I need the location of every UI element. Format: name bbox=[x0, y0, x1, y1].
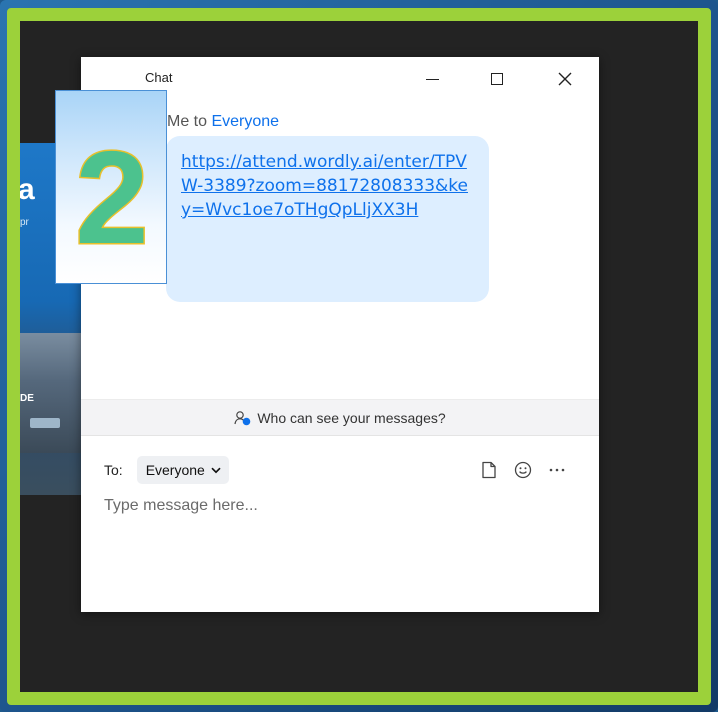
to-label: To: bbox=[104, 462, 123, 478]
emoji-icon bbox=[514, 461, 532, 479]
message-input[interactable] bbox=[104, 497, 574, 587]
message-sender-line: Me to Everyone bbox=[167, 113, 279, 131]
step-number-graphic: 2 bbox=[74, 123, 150, 273]
train-window-shape bbox=[30, 418, 60, 428]
recipient-row: To: Everyone bbox=[104, 454, 229, 486]
composer-toolbar bbox=[478, 459, 580, 481]
minimize-icon bbox=[425, 78, 439, 80]
emoji-button[interactable] bbox=[512, 459, 534, 481]
more-options-button[interactable] bbox=[546, 459, 568, 481]
chat-title: Chat bbox=[145, 70, 173, 85]
who-can-see-messages-button[interactable]: Who can see your messages? bbox=[81, 399, 599, 436]
message-bubble: https://attend.wordly.ai/enter/TPVW-3389… bbox=[166, 136, 489, 302]
recipient-dropdown[interactable]: Everyone bbox=[136, 456, 229, 484]
minimize-button[interactable] bbox=[420, 67, 444, 91]
close-button[interactable] bbox=[553, 67, 577, 91]
screen-area: a pr DE Chat M bbox=[7, 8, 711, 705]
maximize-icon bbox=[491, 73, 503, 85]
sender-label: Me to bbox=[167, 113, 208, 130]
people-visibility-icon bbox=[234, 410, 252, 426]
train-label: DE bbox=[20, 393, 34, 404]
step-number: 2 bbox=[75, 124, 148, 271]
maximize-button[interactable] bbox=[485, 67, 509, 91]
chevron-down-icon bbox=[211, 467, 221, 474]
message-recipient[interactable]: Everyone bbox=[211, 113, 279, 130]
visibility-prompt-text: Who can see your messages? bbox=[257, 409, 446, 426]
background-app-heading: a bbox=[20, 173, 35, 207]
close-icon bbox=[558, 72, 572, 86]
more-icon bbox=[549, 468, 565, 472]
file-icon bbox=[482, 461, 496, 479]
recipient-dropdown-value: Everyone bbox=[145, 462, 205, 478]
step-number-badge: 2 bbox=[55, 90, 167, 284]
file-button[interactable] bbox=[478, 459, 500, 481]
outer-frame: a pr DE Chat M bbox=[0, 0, 718, 712]
background-app-subtext: pr bbox=[20, 217, 29, 228]
message-link[interactable]: https://attend.wordly.ai/enter/TPVW-3389… bbox=[181, 150, 475, 222]
